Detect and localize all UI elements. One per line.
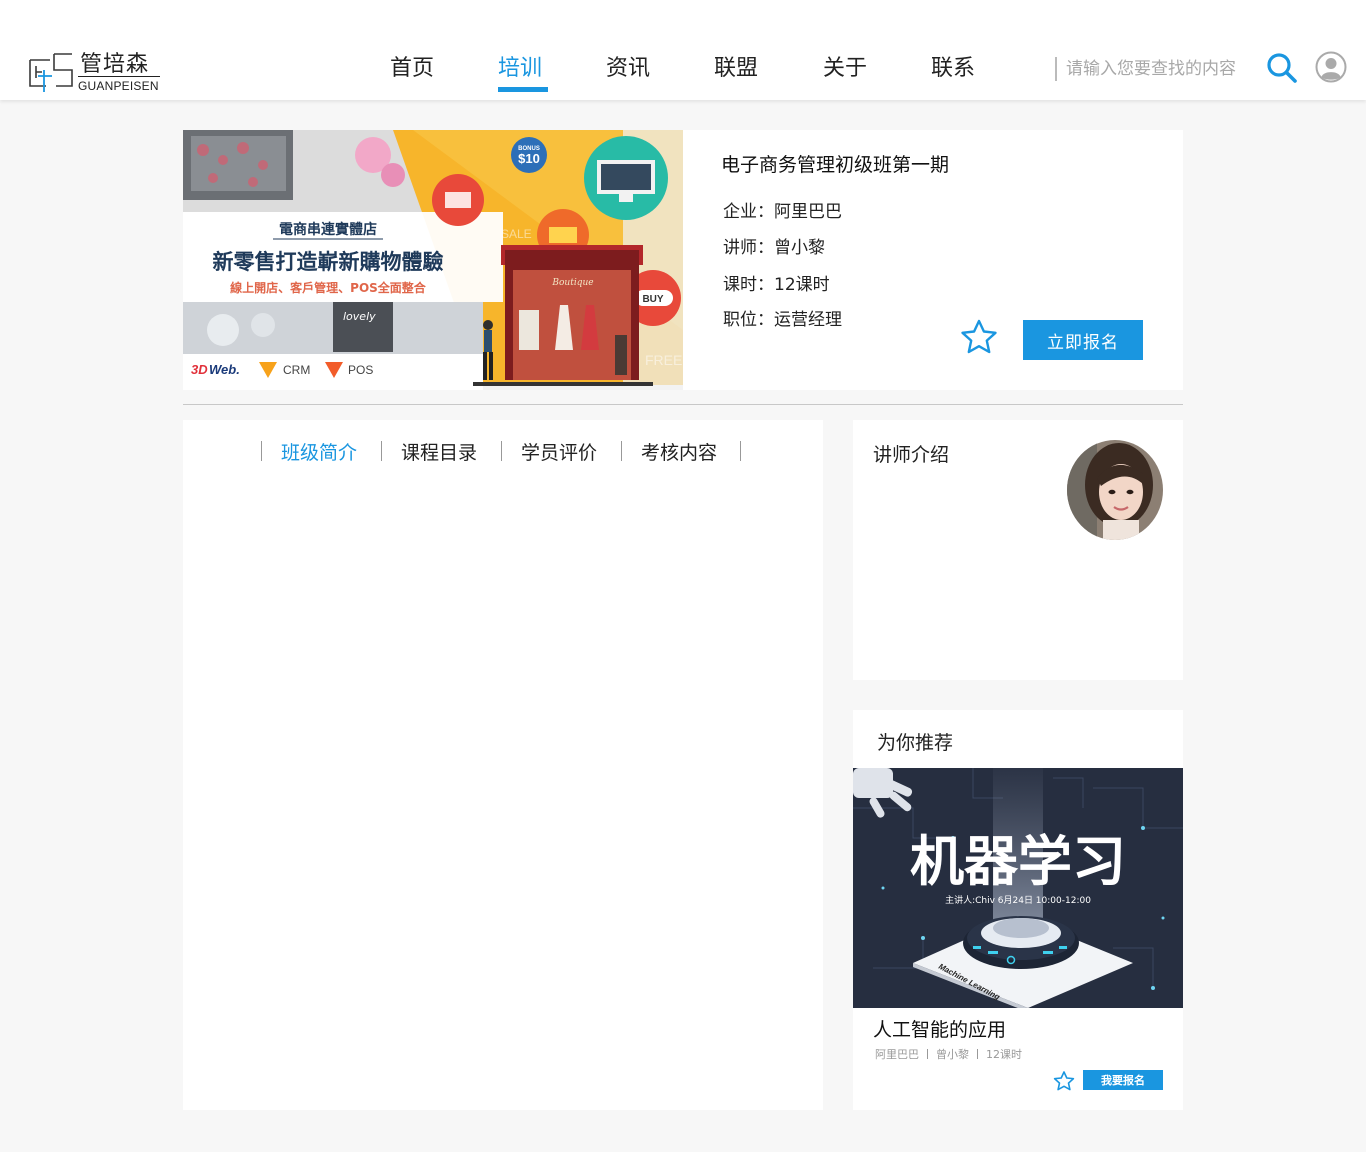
recommend-company: 阿里巴巴 — [875, 1048, 919, 1061]
logo-mark-icon — [29, 53, 73, 92]
banner-bonus-value: $10 — [518, 151, 540, 166]
search-input[interactable] — [1066, 56, 1256, 82]
recommend-image-illustration: 机器学习 主讲人:Chiv 6月24日 10:00-12:00 Machine … — [853, 768, 1183, 1008]
course-position-label: 职位： — [723, 310, 774, 330]
course-card: 電商串連實體店 新零售打造嶄新購物體驗 線上開店、客戶管理、POS全面整合 lo… — [183, 130, 1183, 390]
brand-name-cn: 管培森 — [80, 52, 150, 77]
tab-course-catalog[interactable]: 课程目录 — [401, 438, 477, 465]
tab-separator — [740, 441, 741, 461]
favorite-star-icon[interactable] — [960, 318, 998, 356]
tab-separator — [621, 441, 622, 461]
teacher-avatar-image — [1067, 440, 1163, 540]
banner-sub: 線上開店、客戶管理、POS全面整合 — [230, 280, 427, 295]
recommend-course-meta: 阿里巴巴 曾小黎 12课时 — [875, 1046, 1022, 1062]
course-hours: 课时：12课时 — [723, 270, 830, 295]
banner-boutique: Boutique — [551, 278, 593, 288]
course-hours-value: 12课时 — [774, 275, 830, 295]
brand-name-en: GUANPEISEN — [78, 79, 159, 93]
course-title: 电子商务管理初级班第一期 — [721, 154, 950, 176]
banner-main: 新零售打造嶄新購物體驗 — [213, 250, 444, 274]
course-position: 职位：运营经理 — [723, 305, 842, 330]
search-icon[interactable] — [1266, 52, 1298, 84]
enroll-now-button[interactable]: 立即报名 — [1023, 320, 1143, 360]
nav-item-training-label: 培训 — [498, 56, 543, 81]
meta-separator — [927, 1049, 928, 1059]
brand-divider — [78, 76, 160, 77]
banner-logo-crm: CRM — [283, 363, 310, 377]
course-teacher-label: 讲师： — [723, 238, 774, 258]
course-company-value: 阿里巴巴 — [774, 202, 842, 222]
nav-item-contact[interactable]: 联系 — [931, 50, 975, 82]
banner-buy: BUY — [642, 294, 663, 305]
banner-logo-pos: POS — [348, 363, 373, 377]
section-divider — [183, 404, 1183, 405]
tab-assessment[interactable]: 考核内容 — [641, 438, 717, 465]
course-tabs: 班级简介 课程目录 学员评价 考核内容 — [183, 438, 823, 464]
banner-free: FREE — [645, 352, 682, 368]
recommend-enroll-button[interactable]: 我要报名 — [1083, 1070, 1163, 1090]
recommend-teacher: 曾小黎 — [936, 1048, 969, 1061]
banner-sale: SALE — [501, 227, 532, 241]
teacher-avatar[interactable] — [1067, 440, 1163, 540]
tab-student-reviews[interactable]: 学员评价 — [521, 438, 597, 465]
nav-item-home[interactable]: 首页 — [390, 50, 434, 82]
recommend-course-image[interactable]: 机器学习 主讲人:Chiv 6月24日 10:00-12:00 Machine … — [853, 768, 1183, 1008]
teacher-card: 讲师介绍 — [853, 420, 1183, 680]
course-company: 企业：阿里巴巴 — [723, 197, 842, 222]
course-detail-panel: 班级简介 课程目录 学员评价 考核内容 — [183, 420, 823, 1110]
teacher-section-title: 讲师介绍 — [873, 444, 950, 466]
search-divider — [1055, 57, 1057, 81]
brand-logo[interactable]: 管培森 GUANPEISEN — [28, 46, 168, 96]
meta-separator — [977, 1049, 978, 1059]
course-banner[interactable]: 電商串連實體店 新零售打造嶄新購物體驗 線上開店、客戶管理、POS全面整合 lo… — [183, 130, 683, 390]
tab-class-intro[interactable]: 班级简介 — [281, 438, 357, 465]
recommend-image-heading: 机器学习 — [910, 830, 1126, 893]
course-banner-illustration: 電商串連實體店 新零售打造嶄新購物體驗 線上開店、客戶管理、POS全面整合 lo… — [183, 130, 683, 390]
recommend-hours: 12课时 — [986, 1048, 1022, 1061]
tab-separator — [501, 441, 502, 461]
course-teacher-value: 曾小黎 — [774, 238, 825, 258]
recommend-course-title: 人工智能的应用 — [873, 1019, 1007, 1041]
course-teacher: 讲师：曾小黎 — [723, 233, 825, 258]
recommend-favorite-star-icon[interactable] — [1053, 1070, 1075, 1092]
recommend-card: 为你推荐 机器学习 主讲人:Chiv 6月24日 10:00-12:00 Mac… — [853, 710, 1183, 1110]
nav-item-alliance[interactable]: 联盟 — [714, 50, 758, 82]
banner-logo-web: Web. — [209, 362, 240, 377]
course-hours-label: 课时： — [723, 275, 774, 295]
svg-text:lovely: lovely — [343, 310, 376, 323]
tab-separator — [381, 441, 382, 461]
svg-text:3D: 3D — [191, 362, 208, 377]
nav-item-news[interactable]: 资讯 — [606, 50, 650, 82]
user-icon[interactable] — [1315, 51, 1347, 83]
course-position-value: 运营经理 — [774, 310, 842, 330]
nav-active-indicator — [498, 87, 548, 92]
banner-heading: 電商串連實體店 — [279, 221, 377, 238]
nav-item-about[interactable]: 关于 — [823, 50, 867, 82]
nav-item-training[interactable]: 培训 — [498, 50, 548, 92]
recommend-image-subtitle: 主讲人:Chiv 6月24日 10:00-12:00 — [945, 894, 1091, 906]
recommend-title: 为你推荐 — [877, 732, 954, 754]
header: 管培森 GUANPEISEN 首页 培训 资讯 联盟 关于 联系 — [0, 0, 1366, 100]
tab-separator — [261, 441, 262, 461]
course-company-label: 企业： — [723, 202, 774, 222]
